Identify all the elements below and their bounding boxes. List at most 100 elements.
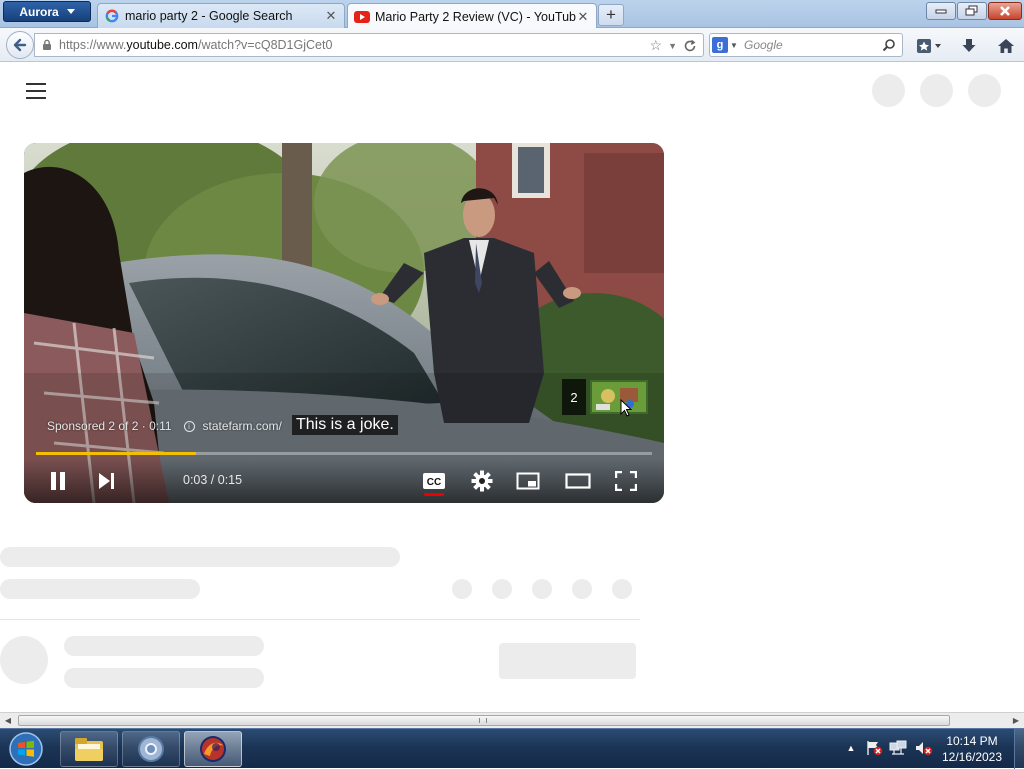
avatar-skeleton: [0, 636, 48, 684]
meta-skeleton: [0, 579, 200, 599]
action-skeleton: [452, 579, 472, 599]
pause-button[interactable]: [44, 467, 72, 495]
windows-logo-icon: [9, 732, 43, 766]
restore-button[interactable]: [957, 2, 987, 20]
closed-captions-icon: CC: [423, 473, 445, 489]
url-text: https://www.youtube.com/watch?v=cQ8D1GjC…: [59, 38, 332, 52]
google-engine-icon: g: [712, 37, 729, 53]
download-icon: [962, 39, 976, 52]
scroll-right-icon[interactable]: ▶: [1008, 713, 1024, 728]
search-input[interactable]: Google: [744, 38, 880, 52]
next-video-thumbnail[interactable]: [590, 380, 648, 414]
ad-info: Sponsored 2 of 2 · 0:11 i statefarm.com/: [47, 419, 282, 433]
guide-menu-icon[interactable]: [26, 83, 46, 99]
aurora-icon: [200, 736, 226, 762]
ad-preview-badge[interactable]: 2: [562, 379, 652, 417]
close-window-button[interactable]: [988, 2, 1022, 20]
minimize-icon: [935, 9, 947, 14]
advertiser-link[interactable]: statefarm.com/: [203, 419, 282, 433]
new-tab-button[interactable]: +: [598, 4, 624, 26]
home-button[interactable]: [995, 35, 1017, 57]
google-g-icon: [104, 8, 120, 24]
aurora-menu-button[interactable]: Aurora: [3, 1, 91, 22]
video-player[interactable]: Sponsored 2 of 2 · 0:11 i statefarm.com/…: [24, 143, 664, 503]
minimize-button[interactable]: [926, 2, 956, 20]
volume-muted-icon[interactable]: [914, 739, 934, 757]
action-skeleton: [532, 579, 552, 599]
back-button[interactable]: [6, 31, 34, 59]
video-frame: [24, 143, 664, 503]
show-hidden-icons-button[interactable]: ▲: [844, 739, 858, 757]
url-prefix: https://www.: [59, 38, 127, 52]
menu-caret-icon: [66, 9, 75, 14]
start-button[interactable]: [6, 731, 46, 767]
clock-time: 10:14 PM: [946, 734, 998, 748]
action-skeleton: [572, 579, 592, 599]
history-dropdown-icon[interactable]: ▼: [668, 41, 677, 51]
bookmark-star-icon[interactable]: ☆: [650, 37, 663, 54]
reload-icon[interactable]: [683, 39, 697, 53]
mouse-cursor-icon: [620, 399, 633, 417]
miniplayer-button[interactable]: [514, 467, 542, 495]
subs-skeleton: [64, 668, 264, 688]
search-icon[interactable]: [880, 38, 898, 52]
time-display: 0:03 / 0:15: [183, 473, 243, 487]
folder-icon: [75, 738, 103, 761]
captions-button[interactable]: CC: [420, 467, 448, 495]
progress-played: [36, 452, 197, 455]
downloads-button[interactable]: [958, 35, 980, 57]
theater-mode-button[interactable]: [564, 467, 592, 495]
address-bar[interactable]: https://www.youtube.com/watch?v=cQ8D1GjC…: [34, 33, 704, 57]
next-button[interactable]: [92, 467, 120, 495]
scroll-left-icon[interactable]: ◀: [0, 713, 16, 728]
theater-mode-icon: [565, 473, 591, 489]
search-engine-selector[interactable]: g ▼: [710, 34, 740, 56]
show-desktop-button[interactable]: [1014, 729, 1024, 769]
bookmarks-icon: [917, 39, 941, 53]
horizontal-scrollbar[interactable]: ◀ ▶: [0, 712, 1024, 728]
windows-taskbar: ▲ 10:14 PM 12/16/2023: [0, 728, 1024, 769]
lock-icon: [43, 39, 51, 50]
settings-button[interactable]: [468, 467, 496, 495]
chrome-taskbar-button[interactable]: [122, 731, 180, 767]
subscribe-skeleton: [499, 643, 636, 679]
header-placeholder-circle: [968, 74, 1001, 107]
scrollbar-thumb[interactable]: [18, 715, 950, 726]
close-icon: [1000, 6, 1010, 16]
fullscreen-icon: [615, 471, 637, 491]
pause-icon: [51, 472, 65, 490]
aurora-taskbar-button[interactable]: [184, 731, 242, 767]
youtube-page: Sponsored 2 of 2 · 0:11 i statefarm.com/…: [0, 63, 1024, 712]
search-bar[interactable]: g ▼ Google: [709, 33, 903, 57]
header-placeholder-circle: [920, 74, 953, 107]
back-arrow-icon: [13, 38, 27, 52]
url-path: /watch?v=cQ8D1GjCet0: [197, 38, 333, 52]
youtube-icon: [354, 9, 370, 25]
progress-bar[interactable]: [36, 452, 652, 455]
aurora-menu-label: Aurora: [19, 4, 59, 19]
info-icon[interactable]: i: [183, 420, 195, 432]
tab-label: Mario Party 2 Review (VC) - YouTube: [375, 9, 576, 24]
tab-google-search[interactable]: mario party 2 - Google Search ✕: [97, 3, 345, 28]
tab-youtube[interactable]: Mario Party 2 Review (VC) - YouTube ✕: [347, 3, 597, 29]
fullscreen-button[interactable]: [612, 467, 640, 495]
player-controls: 0:03 / 0:15 CC: [24, 459, 664, 503]
navigation-toolbar: https://www.youtube.com/watch?v=cQ8D1GjC…: [0, 28, 1024, 62]
clock-date: 12/16/2023: [941, 750, 1003, 764]
home-icon: [998, 39, 1014, 53]
tab-label: mario party 2 - Google Search: [125, 9, 293, 23]
section-divider: [0, 619, 640, 620]
system-clock[interactable]: 10:14 PM 12/16/2023: [932, 733, 1012, 765]
svg-text:CC: CC: [427, 477, 441, 488]
file-explorer-taskbar-button[interactable]: [60, 731, 118, 767]
action-center-icon[interactable]: [864, 739, 884, 757]
network-icon[interactable]: [888, 739, 910, 757]
browser-globe-icon: [138, 736, 164, 762]
bookmarks-menu-button[interactable]: [914, 35, 944, 57]
channel-skeleton: [64, 636, 264, 656]
header-placeholder-circle: [872, 74, 905, 107]
tab-close-icon[interactable]: ✕: [576, 9, 590, 25]
tab-close-icon[interactable]: ✕: [324, 8, 338, 24]
action-skeleton: [612, 579, 632, 599]
skip-next-icon: [99, 473, 114, 489]
